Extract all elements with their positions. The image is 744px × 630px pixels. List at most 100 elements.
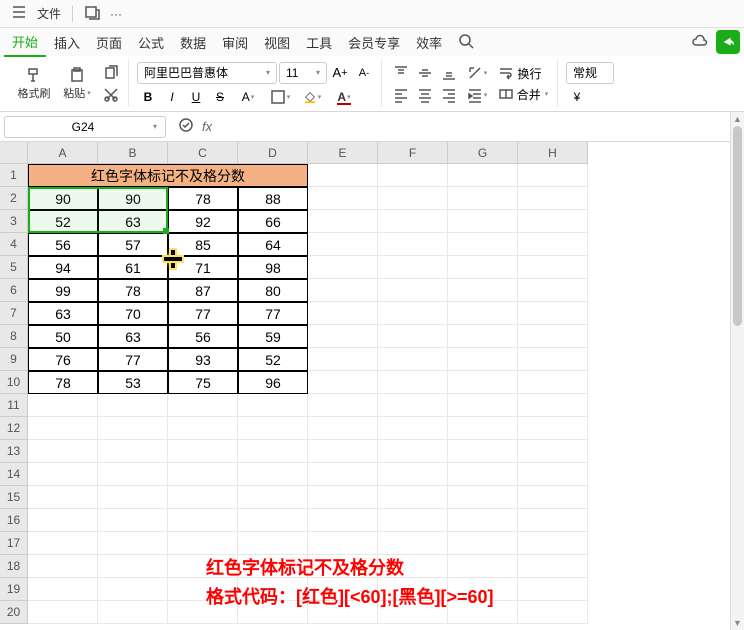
cell[interactable]: [308, 532, 378, 555]
col-header-C[interactable]: C: [168, 142, 238, 164]
cell[interactable]: [168, 394, 238, 417]
cell[interactable]: [448, 256, 518, 279]
cell[interactable]: [448, 532, 518, 555]
data-cell[interactable]: 96: [238, 371, 308, 394]
cut-icon[interactable]: [100, 86, 122, 104]
cell[interactable]: [518, 555, 588, 578]
align-bottom-icon[interactable]: [438, 64, 460, 82]
data-cell[interactable]: 56: [168, 325, 238, 348]
data-cell[interactable]: 66: [238, 210, 308, 233]
cell[interactable]: [448, 371, 518, 394]
tab-insert[interactable]: 插入: [46, 29, 88, 56]
data-cell[interactable]: 52: [28, 210, 98, 233]
cell[interactable]: [28, 532, 98, 555]
data-cell[interactable]: 53: [98, 371, 168, 394]
cell[interactable]: [238, 394, 308, 417]
underline-icon[interactable]: U: [185, 88, 207, 106]
number-format-select[interactable]: 常规: [566, 62, 614, 84]
cell[interactable]: [168, 532, 238, 555]
cell[interactable]: [518, 348, 588, 371]
data-cell[interactable]: 77: [238, 302, 308, 325]
cell[interactable]: [518, 256, 588, 279]
cell[interactable]: [518, 210, 588, 233]
cell[interactable]: [308, 417, 378, 440]
cell[interactable]: [168, 463, 238, 486]
cell[interactable]: [378, 486, 448, 509]
paste-button[interactable]: 粘贴▾: [57, 67, 97, 101]
search-icon[interactable]: [458, 33, 474, 52]
name-box[interactable]: G24▾: [4, 116, 166, 138]
row-header-17[interactable]: 17: [0, 532, 28, 555]
cell[interactable]: [308, 279, 378, 302]
cell[interactable]: [448, 279, 518, 302]
col-header-H[interactable]: H: [518, 142, 588, 164]
formula-input[interactable]: [220, 117, 736, 137]
cell[interactable]: [448, 233, 518, 256]
cell[interactable]: [168, 417, 238, 440]
cell[interactable]: [308, 440, 378, 463]
strike-icon[interactable]: S: [209, 88, 231, 106]
row-header-2[interactable]: 2: [0, 187, 28, 210]
merge-button[interactable]: 合并▾: [495, 86, 551, 103]
cell[interactable]: [518, 279, 588, 302]
orientation-icon[interactable]: ▾: [462, 64, 492, 82]
cell[interactable]: [308, 164, 378, 187]
cell[interactable]: [378, 325, 448, 348]
cell[interactable]: [448, 325, 518, 348]
tab-formula[interactable]: 公式: [130, 29, 172, 56]
cell[interactable]: [518, 486, 588, 509]
more-icon[interactable]: ···: [105, 5, 127, 23]
col-header-F[interactable]: F: [378, 142, 448, 164]
data-cell[interactable]: 75: [168, 371, 238, 394]
row-header-10[interactable]: 10: [0, 371, 28, 394]
bold-icon[interactable]: B: [137, 88, 159, 106]
cell[interactable]: [98, 486, 168, 509]
italic-icon[interactable]: I: [161, 88, 183, 106]
cell[interactable]: [448, 348, 518, 371]
cell[interactable]: [378, 509, 448, 532]
scroll-up-icon[interactable]: ▲: [731, 112, 744, 126]
cell[interactable]: [518, 440, 588, 463]
data-cell[interactable]: 90: [98, 187, 168, 210]
cell[interactable]: [378, 394, 448, 417]
cell[interactable]: [308, 486, 378, 509]
cell[interactable]: [378, 256, 448, 279]
data-cell[interactable]: 99: [28, 279, 98, 302]
row-header-1[interactable]: 1: [0, 164, 28, 187]
format-painter-button[interactable]: 格式刷: [14, 67, 54, 101]
cell[interactable]: [28, 601, 98, 624]
wrap-text-button[interactable]: 换行: [495, 65, 545, 82]
cell[interactable]: [518, 325, 588, 348]
data-cell[interactable]: 50: [28, 325, 98, 348]
menu-icon[interactable]: [6, 2, 32, 25]
data-cell[interactable]: 78: [168, 187, 238, 210]
col-header-D[interactable]: D: [238, 142, 308, 164]
data-cell[interactable]: 56: [28, 233, 98, 256]
align-left-icon[interactable]: [390, 86, 412, 104]
cell[interactable]: [308, 394, 378, 417]
col-header-B[interactable]: B: [98, 142, 168, 164]
decrease-font-icon[interactable]: A-: [353, 64, 375, 82]
data-cell[interactable]: 52: [238, 348, 308, 371]
data-cell[interactable]: 80: [238, 279, 308, 302]
cell[interactable]: [378, 279, 448, 302]
data-cell[interactable]: 98: [238, 256, 308, 279]
cell[interactable]: [238, 509, 308, 532]
data-cell[interactable]: 70: [98, 302, 168, 325]
data-cell[interactable]: 94: [28, 256, 98, 279]
cell[interactable]: [28, 578, 98, 601]
row-header-7[interactable]: 7: [0, 302, 28, 325]
data-cell[interactable]: 63: [98, 325, 168, 348]
cell[interactable]: [378, 233, 448, 256]
data-cell[interactable]: 63: [28, 302, 98, 325]
cell[interactable]: [378, 210, 448, 233]
cell[interactable]: [308, 210, 378, 233]
row-header-8[interactable]: 8: [0, 325, 28, 348]
cell[interactable]: [98, 417, 168, 440]
row-header-12[interactable]: 12: [0, 417, 28, 440]
cell[interactable]: [378, 187, 448, 210]
cell[interactable]: [168, 509, 238, 532]
data-cell[interactable]: 63: [98, 210, 168, 233]
data-cell[interactable]: 88: [238, 187, 308, 210]
cell[interactable]: [98, 532, 168, 555]
